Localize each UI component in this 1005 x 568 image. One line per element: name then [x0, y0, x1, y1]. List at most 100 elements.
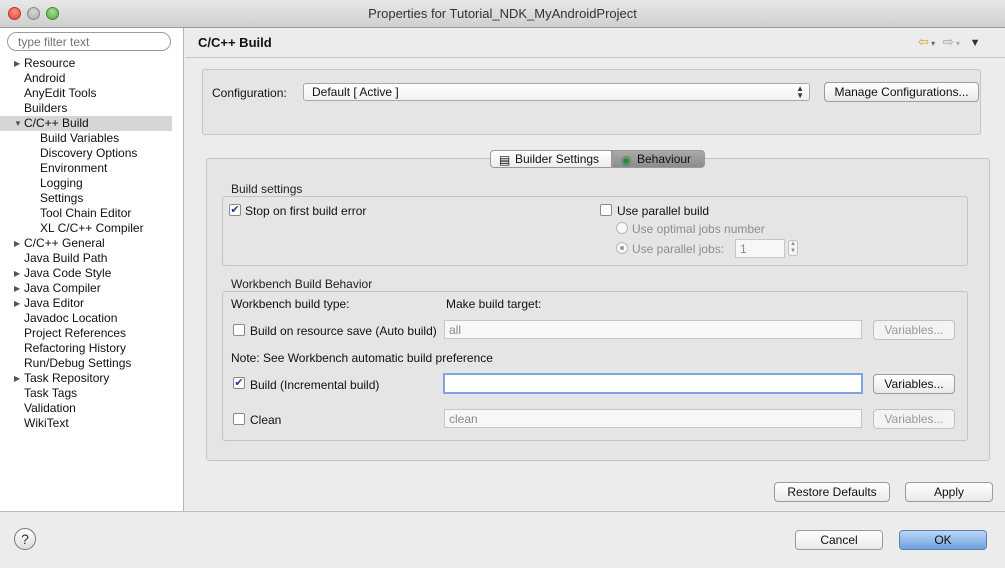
collapsed-triangle-icon[interactable]: ▶ — [14, 266, 20, 281]
sidebar-item-label: Build Variables — [40, 131, 120, 145]
back-arrow-icon[interactable]: ⇦ — [918, 34, 929, 49]
collapsed-triangle-icon[interactable]: ▶ — [14, 236, 20, 251]
sidebar-item[interactable]: Discovery Options — [0, 146, 172, 161]
sidebar-item[interactable]: Logging — [0, 176, 172, 191]
sidebar-item[interactable]: Builders — [0, 101, 172, 116]
optimal-jobs-radio[interactable] — [616, 222, 628, 234]
sidebar-item[interactable]: Build Variables — [0, 131, 172, 146]
build-target-header: Make build target: — [446, 297, 542, 311]
history-navigation: ⇦ ▾ ⇨ ▾ ▼ — [918, 34, 980, 50]
incremental-build-label: Build (Incremental build) — [250, 378, 380, 392]
sidebar-item[interactable]: Project References — [0, 326, 172, 341]
footer-divider — [0, 511, 1005, 512]
build-type-header: Workbench build type: — [231, 297, 350, 311]
incremental-build-target-input[interactable] — [443, 373, 863, 394]
sidebar-item[interactable]: Environment — [0, 161, 172, 176]
document-list-icon: ▤ — [499, 153, 511, 167]
sidebar-item[interactable]: Javadoc Location — [0, 311, 172, 326]
parallel-jobs-stepper[interactable]: ▲ ▼ — [788, 240, 798, 256]
sidebar-item-label: Discovery Options — [40, 146, 138, 160]
incremental-build-variables-button[interactable]: Variables... — [873, 374, 955, 394]
sidebar-item-label: C/C++ General — [24, 236, 105, 250]
sidebar-item[interactable]: AnyEdit Tools — [0, 86, 172, 101]
sidebar-item[interactable]: Android — [0, 71, 172, 86]
sidebar-item-label: Tool Chain Editor — [40, 206, 132, 220]
help-icon[interactable]: ? — [14, 528, 36, 550]
sidebar-item[interactable]: Task Tags — [0, 386, 172, 401]
sidebar-item-label: Settings — [40, 191, 84, 205]
sidebar-item[interactable]: Run/Debug Settings — [0, 356, 172, 371]
auto-build-label: Build on resource save (Auto build) — [250, 324, 437, 338]
sidebar-item-label: Validation — [24, 401, 76, 415]
incremental-build-checkbox[interactable]: ✔ — [233, 377, 245, 389]
select-arrows-icon: ▲ ▼ — [796, 84, 804, 100]
parallel-build-label: Use parallel build — [617, 204, 710, 218]
sidebar-item-label: WikiText — [24, 416, 69, 430]
sidebar-item-label: XL C/C++ Compiler — [40, 221, 144, 235]
apply-button[interactable]: Apply — [905, 482, 993, 502]
clean-label: Clean — [250, 413, 282, 427]
forward-arrow-icon[interactable]: ⇨ — [943, 34, 954, 49]
sidebar-item-label: Builders — [24, 101, 68, 115]
sidebar-item-label: Run/Debug Settings — [24, 356, 132, 370]
parallel-jobs-input[interactable]: 1 — [735, 239, 785, 258]
workbench-note: Note: See Workbench automatic build pref… — [231, 351, 493, 365]
sidebar-item-label: Logging — [40, 176, 83, 190]
sidebar-item[interactable]: Validation — [0, 401, 172, 416]
tab-behaviour[interactable]: ◉ Behaviour — [612, 150, 705, 168]
clean-checkbox[interactable] — [233, 413, 245, 425]
sidebar-item[interactable]: ▶ Task Repository — [0, 371, 172, 386]
back-menu-chevron-icon[interactable]: ▾ — [929, 39, 935, 48]
sidebar-item-label: Refactoring History — [24, 341, 127, 355]
page-title: C/C++ Build — [198, 35, 272, 50]
sidebar-item-label: Android — [24, 71, 66, 85]
clean-target-input[interactable]: clean — [444, 409, 862, 428]
configuration-select[interactable]: Default [ Active ] ▲ ▼ — [303, 83, 810, 101]
stop-on-error-label: Stop on first build error — [245, 204, 367, 218]
sidebar-item-label: Java Code Style — [24, 266, 112, 280]
configuration-value: Default [ Active ] — [312, 85, 399, 99]
header-divider — [185, 57, 1005, 58]
auto-build-checkbox[interactable] — [233, 324, 245, 336]
build-settings-title: Build settings — [231, 182, 303, 196]
sidebar-item[interactable]: Java Build Path — [0, 251, 172, 266]
collapsed-triangle-icon[interactable]: ▶ — [14, 281, 20, 296]
sidebar-item-label: Environment — [40, 161, 108, 175]
cancel-button[interactable]: Cancel — [795, 530, 883, 550]
forward-menu-chevron-icon[interactable]: ▾ — [954, 39, 960, 48]
sidebar-item-label: C/C++ Build — [24, 116, 89, 130]
sidebar-item[interactable]: ▶ Resource — [0, 56, 172, 71]
manage-configurations-button[interactable]: Manage Configurations... — [824, 82, 979, 102]
view-menu-icon[interactable]: ▼ — [970, 37, 981, 49]
collapsed-triangle-icon[interactable]: ▶ — [14, 296, 20, 311]
auto-build-variables-button[interactable]: Variables... — [873, 320, 955, 340]
restore-defaults-button[interactable]: Restore Defaults — [774, 482, 890, 502]
tab-builder-settings[interactable]: ▤ Builder Settings — [490, 150, 612, 168]
sidebar-item[interactable]: Refactoring History — [0, 341, 172, 356]
sidebar-item[interactable]: ▶ Java Code Style — [0, 266, 172, 281]
sidebar-item[interactable]: ▶ C/C++ General — [0, 236, 172, 251]
collapsed-triangle-icon[interactable]: ▶ — [14, 371, 20, 386]
stop-on-error-checkbox[interactable]: ✔ — [229, 204, 241, 216]
sidebar-item-label: Task Tags — [24, 386, 78, 400]
clean-variables-button[interactable]: Variables... — [873, 409, 955, 429]
tab-builder-settings-label: Builder Settings — [515, 152, 600, 166]
parallel-build-checkbox[interactable] — [600, 204, 612, 216]
filter-input[interactable] — [7, 32, 171, 51]
workbench-title: Workbench Build Behavior — [231, 277, 373, 291]
sidebar-item[interactable]: Tool Chain Editor — [0, 206, 172, 221]
sidebar-item[interactable]: ▶ Java Editor — [0, 296, 172, 311]
sidebar-item[interactable]: ▶ Java Compiler — [0, 281, 172, 296]
auto-build-target-input[interactable]: all — [444, 320, 862, 339]
sidebar-item-label: Java Compiler — [24, 281, 101, 295]
parallel-jobs-radio[interactable] — [616, 242, 628, 254]
sidebar-item[interactable]: ▼ C/C++ Build — [0, 116, 172, 131]
sidebar: ▶ResourceAndroidAnyEdit ToolsBuilders▼C/… — [0, 28, 184, 511]
sidebar-item[interactable]: XL C/C++ Compiler — [0, 221, 172, 236]
sidebar-item-label: Javadoc Location — [24, 311, 118, 325]
sidebar-item[interactable]: Settings — [0, 191, 172, 206]
ok-button[interactable]: OK — [899, 530, 987, 550]
expanded-triangle-icon[interactable]: ▼ — [14, 116, 22, 131]
sidebar-item[interactable]: WikiText — [0, 416, 172, 431]
collapsed-triangle-icon[interactable]: ▶ — [14, 56, 20, 71]
